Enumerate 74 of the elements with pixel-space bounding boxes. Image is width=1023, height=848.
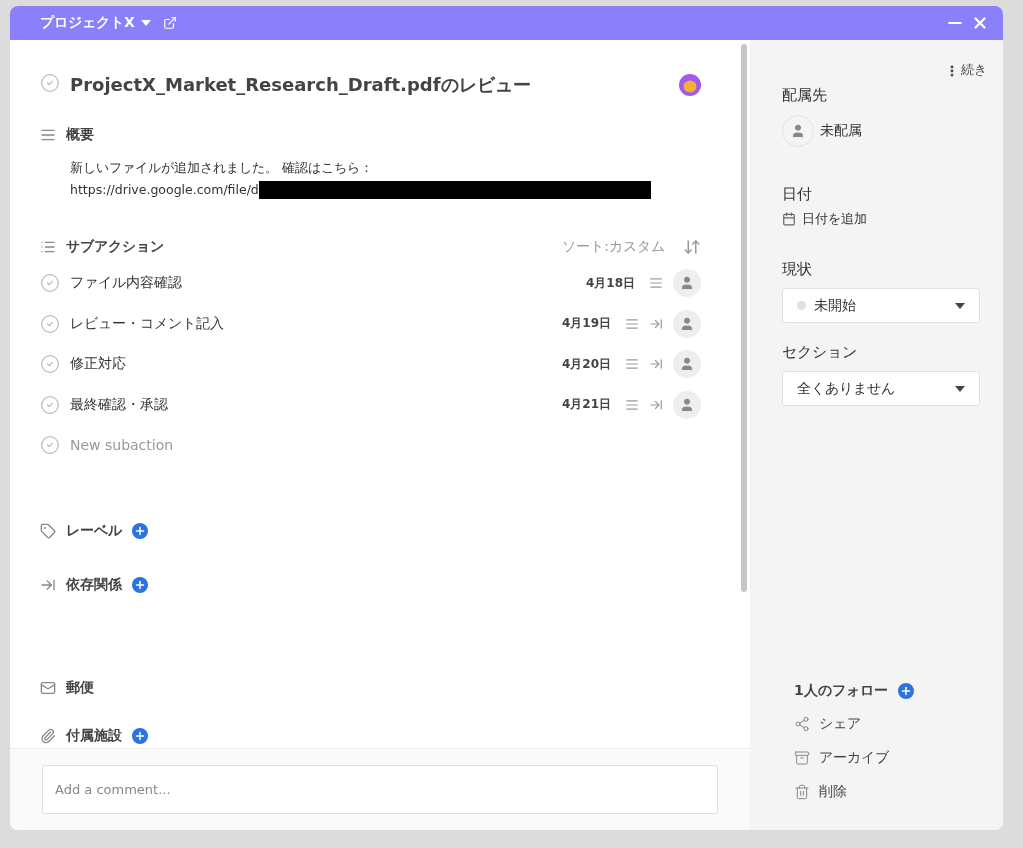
assignee-button[interactable]	[673, 309, 701, 338]
check-icon[interactable]	[40, 354, 60, 375]
comment-field[interactable]: Add a comment...	[42, 765, 718, 814]
share-icon	[794, 716, 810, 732]
check-icon[interactable]	[40, 435, 60, 456]
notes-icon	[649, 276, 663, 291]
external-link-icon[interactable]	[162, 16, 177, 30]
subaction-title[interactable]: ファイル内容確認	[70, 274, 576, 293]
delete-button[interactable]: 削除	[794, 782, 981, 802]
status-select[interactable]: 未開始	[782, 288, 980, 323]
archive-button[interactable]: アーカイブ	[794, 748, 981, 768]
assignee-button[interactable]	[782, 115, 814, 147]
due-date: 4月19日	[561, 315, 611, 333]
section-title: 概要	[66, 126, 94, 145]
due-date: 4月21日	[561, 396, 611, 414]
person-icon	[679, 275, 695, 292]
tag-icon	[40, 523, 56, 540]
calendar-icon	[782, 212, 796, 226]
field-label: 配属先	[782, 86, 828, 105]
notes-icon	[625, 397, 639, 412]
share-button[interactable]: シェア	[794, 714, 981, 734]
field-label: セクション	[782, 343, 858, 362]
person-icon	[790, 123, 806, 139]
notes-icon	[625, 316, 639, 331]
add-button[interactable]	[132, 728, 148, 745]
add-button[interactable]	[132, 576, 148, 593]
due-date: 4月18日	[585, 274, 635, 292]
add-button[interactable]	[132, 523, 148, 540]
arrow-to-line-icon	[649, 357, 663, 372]
section-title: 依存関係	[66, 575, 122, 594]
check-icon[interactable]	[40, 72, 60, 93]
notes-icon	[625, 357, 639, 372]
section-title: 付属施設	[66, 727, 122, 746]
trash-icon	[794, 784, 810, 800]
person-icon	[679, 396, 695, 413]
arrow-to-line-icon	[649, 397, 663, 412]
scrollbar[interactable]	[741, 44, 747, 592]
task-title: ProjectX_Market_Research_Draft.pdfのレビュー	[70, 72, 532, 97]
status-dot	[797, 301, 806, 310]
section-title: サブアクション	[66, 238, 164, 257]
avatar	[679, 73, 701, 96]
link[interactable]: https://drive.google.com/file/d	[70, 179, 259, 202]
archive-icon	[794, 750, 810, 766]
field-label: 日付	[782, 185, 813, 204]
more-button[interactable]: 続き	[945, 62, 987, 79]
add-button[interactable]	[897, 683, 914, 699]
paperclip-icon	[40, 728, 56, 745]
assignee-button[interactable]	[673, 390, 701, 419]
subaction-title[interactable]: 修正対応	[70, 355, 552, 374]
check-icon[interactable]	[40, 394, 60, 415]
close-icon[interactable]	[971, 14, 989, 32]
check-icon[interactable]	[40, 313, 60, 334]
person-icon	[679, 356, 695, 373]
person-icon	[679, 315, 695, 332]
assignee-button[interactable]	[673, 350, 701, 379]
caret-icon	[955, 302, 965, 309]
due-date: 4月20日	[561, 355, 611, 373]
sort-icon[interactable]	[683, 238, 701, 257]
check-icon[interactable]	[40, 273, 60, 294]
caret-icon	[955, 385, 965, 392]
assignee-button[interactable]	[673, 269, 701, 298]
field-label: 現状	[782, 260, 813, 279]
caret-icon	[140, 20, 151, 26]
section-title: レーベル	[66, 522, 122, 541]
assignee-name: 未配属	[820, 122, 862, 140]
subaction-title[interactable]: レビュー・コメント記入	[70, 314, 552, 333]
arrow-to-line-icon	[649, 316, 663, 331]
section-title: 郵便	[66, 678, 94, 697]
followers-label: 1人のフォロー	[794, 682, 888, 700]
section-select[interactable]: 全くありません	[782, 371, 980, 406]
add-date-button[interactable]: 日付を追加	[782, 210, 981, 228]
description-text: 新しいファイルが追加されました。 確認はこちら：	[70, 159, 374, 178]
subaction-title[interactable]: 最終確認・承認	[70, 395, 552, 414]
mail-icon	[40, 679, 56, 696]
